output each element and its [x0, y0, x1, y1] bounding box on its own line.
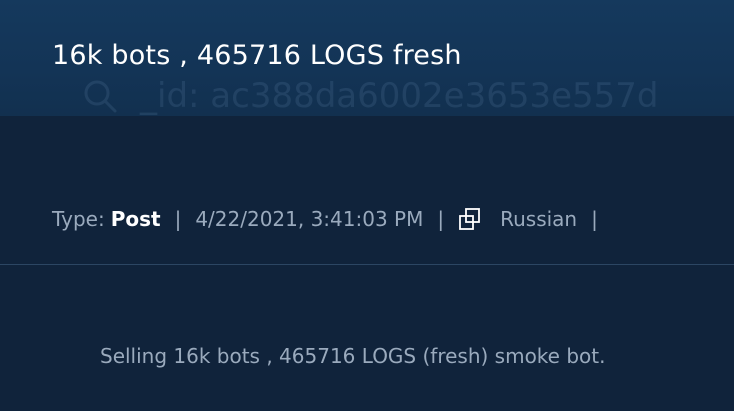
post-language: Russian: [500, 207, 578, 231]
background-search-watermark: _id: ac388da6002e3653e557d: [82, 76, 659, 116]
post-content: Selling 16k bots , 465716 LOGS (fresh) s…: [100, 344, 606, 368]
divider: [0, 264, 734, 265]
type-label: Type:: [52, 207, 105, 231]
post-header: _id: ac388da6002e3653e557d 16k bots , 46…: [0, 0, 734, 116]
meta-separator: |: [591, 207, 598, 231]
post-timestamp: 4/22/2021, 3:41:03 PM: [195, 207, 424, 231]
translate-copy-icon[interactable]: [458, 207, 482, 231]
search-icon: [82, 78, 118, 114]
post-title: 16k bots , 465716 LOGS fresh: [52, 40, 462, 71]
background-id-text: _id: ac388da6002e3653e557d: [140, 76, 659, 116]
type-value: Post: [110, 207, 161, 231]
meta-separator: |: [174, 207, 182, 231]
meta-separator: |: [437, 207, 445, 231]
post-meta: Type: Post | 4/22/2021, 3:41:03 PM | Rus…: [52, 207, 612, 231]
